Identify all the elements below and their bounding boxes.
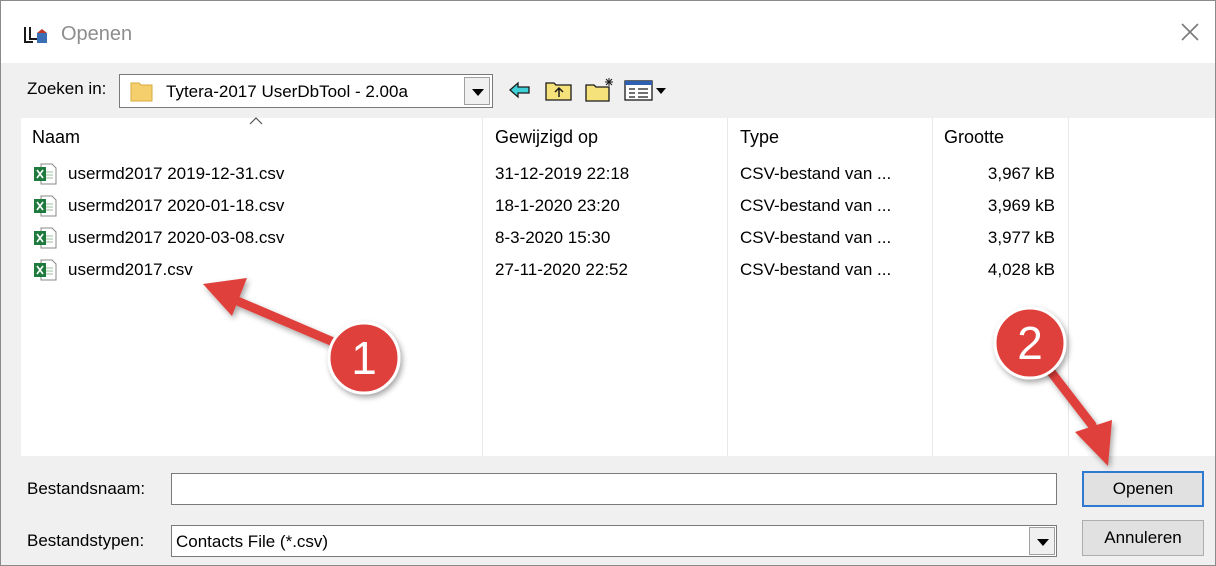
new-folder-icon[interactable]: [584, 76, 616, 104]
chevron-down-icon[interactable]: [464, 77, 490, 105]
file-row[interactable]: usermd2017 2019-12-31.csv 31-12-2019 22:…: [21, 159, 1071, 191]
filetype-value: Contacts File (*.csv): [176, 532, 329, 551]
column-header-modified[interactable]: Gewijzigd op: [495, 127, 598, 148]
file-name: usermd2017.csv: [68, 260, 193, 279]
look-in-value: Tytera-2017 UserDbTool - 2.00a: [166, 82, 408, 101]
cancel-button[interactable]: Annuleren: [1082, 520, 1204, 556]
file-row[interactable]: usermd2017.csv 27-11-2020 22:52 CSV-best…: [21, 255, 1071, 287]
file-modified: 27-11-2020 22:52: [495, 260, 628, 279]
column-header-size[interactable]: Grootte: [944, 127, 1004, 148]
window-title: Openen: [61, 23, 133, 45]
file-size: 3,967 kB: [987, 164, 1055, 183]
file-type: CSV-bestand van ...: [740, 260, 892, 279]
filename-label: Bestandsnaam:: [27, 479, 146, 498]
back-arrow-icon[interactable]: [507, 76, 533, 104]
folder-icon: [130, 82, 153, 102]
file-size: 3,977 kB: [987, 228, 1055, 247]
file-type: CSV-bestand van ...: [740, 164, 892, 183]
title-bar: Openen: [1, 1, 1215, 63]
filetype-label: Bestandstypen:: [27, 531, 145, 550]
file-name: usermd2017 2020-03-08.csv: [68, 228, 285, 247]
column-header-name[interactable]: Naam: [32, 127, 80, 148]
file-row[interactable]: usermd2017 2020-01-18.csv 18-1-2020 23:2…: [21, 191, 1071, 223]
file-type: CSV-bestand van ...: [740, 196, 892, 215]
file-type: CSV-bestand van ...: [740, 228, 892, 247]
file-modified: 8-3-2020 15:30: [495, 228, 611, 247]
csv-file-icon: [34, 227, 57, 249]
file-size: 3,969 kB: [987, 196, 1055, 215]
up-folder-icon[interactable]: [544, 76, 574, 104]
filename-input[interactable]: [171, 473, 1057, 505]
file-modified: 18-1-2020 23:20: [495, 196, 620, 215]
filetype-dropdown[interactable]: Contacts File (*.csv): [171, 525, 1057, 557]
look-in-label: Zoeken in:: [27, 79, 107, 98]
file-row[interactable]: usermd2017 2020-03-08.csv 8-3-2020 15:30…: [21, 223, 1071, 255]
look-in-dropdown[interactable]: Tytera-2017 UserDbTool - 2.00a: [119, 74, 493, 108]
csv-file-icon: [34, 259, 57, 281]
app-icon: [24, 27, 47, 43]
open-file-dialog: Openen Zoeken in: Tytera-2017 UserDbTool…: [0, 0, 1216, 566]
sort-ascending-icon: [249, 117, 263, 125]
file-name: usermd2017 2020-01-18.csv: [68, 196, 285, 215]
view-menu-icon[interactable]: [623, 76, 669, 104]
open-button[interactable]: Openen: [1082, 471, 1204, 507]
file-modified: 31-12-2019 22:18: [495, 164, 630, 183]
chevron-down-icon[interactable]: [1029, 527, 1055, 555]
csv-file-icon: [34, 163, 57, 185]
column-header-type[interactable]: Type: [740, 127, 779, 148]
file-name: usermd2017 2019-12-31.csv: [68, 164, 285, 183]
file-list[interactable]: Naam Gewijzigd op Type Grootte usermd201…: [21, 117, 1215, 456]
file-size: 4,028 kB: [987, 260, 1055, 279]
csv-file-icon: [34, 195, 57, 217]
close-icon[interactable]: [1175, 17, 1205, 47]
